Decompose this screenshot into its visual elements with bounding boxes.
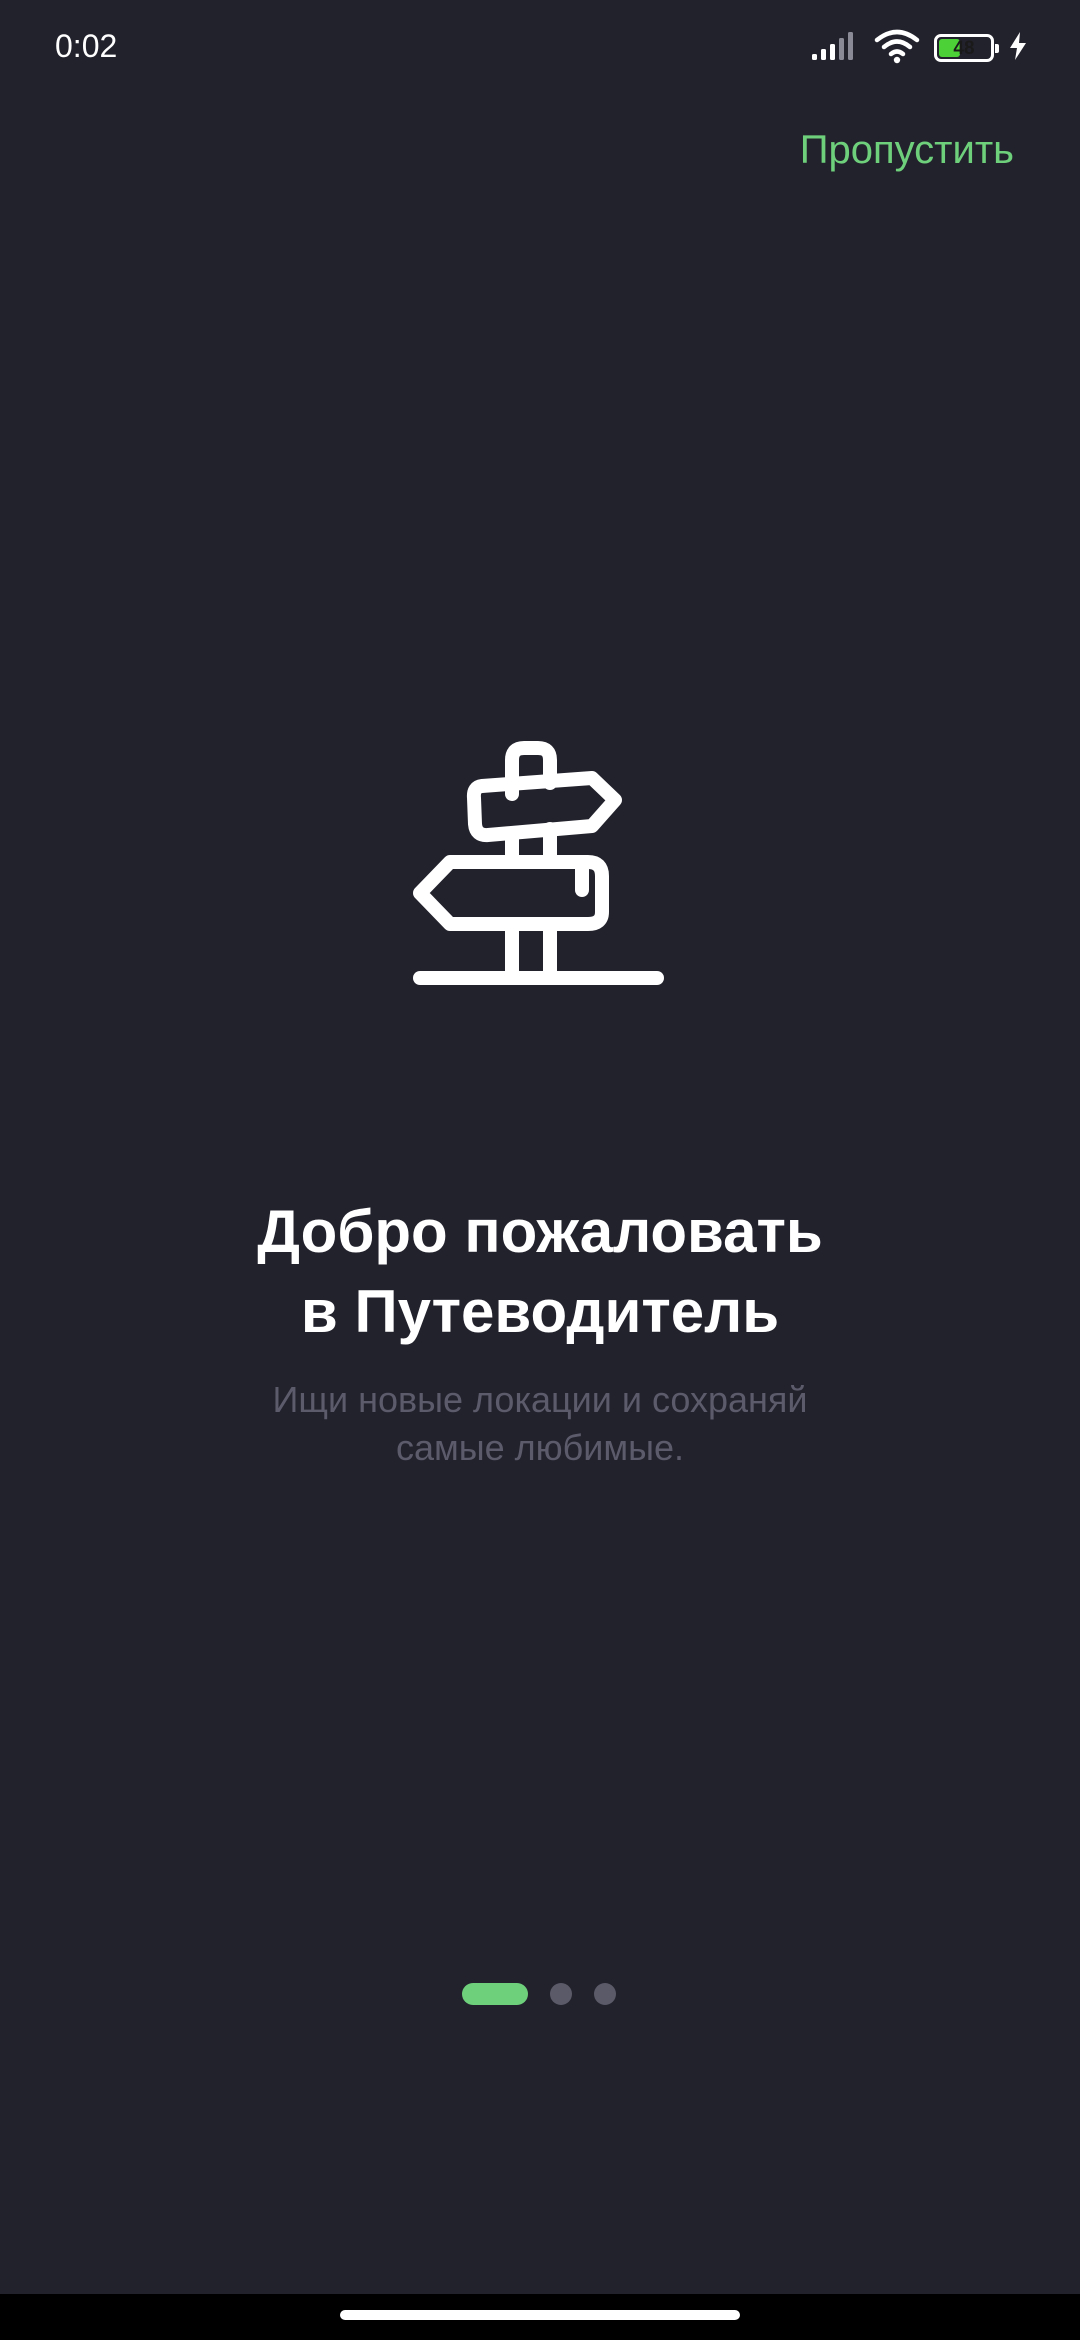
subtitle-line: Ищи новые локации и сохраняй [272,1379,808,1420]
wifi-icon [874,28,920,69]
status-time: 0:02 [55,28,118,64]
page-indicator [462,1982,616,2006]
status-icons: 48 [810,28,1028,68]
title-line: в Путеводитель [300,1278,780,1345]
signpost-icon [410,740,670,1060]
welcome-title: Добро пожаловать в Путеводитель [0,1192,1080,1352]
gesture-nav-area [0,2294,1080,2340]
welcome-subtitle: Ищи новые локации и сохраняй самые любим… [0,1376,1080,1472]
page-dot-active[interactable] [462,1983,528,2005]
home-indicator[interactable] [340,2310,740,2320]
battery-level: 48 [953,37,975,59]
page-dot[interactable] [550,1983,572,2005]
title-line: Добро пожаловать [257,1198,823,1265]
battery-icon: 48 [934,34,999,62]
signal-icon [810,30,860,67]
charging-icon [1008,31,1028,66]
subtitle-line: самые любимые. [395,1427,685,1468]
status-bar: 0:02 48 [0,0,1080,96]
skip-button[interactable]: Пропустить [800,128,1014,173]
page-dot[interactable] [594,1983,616,2005]
